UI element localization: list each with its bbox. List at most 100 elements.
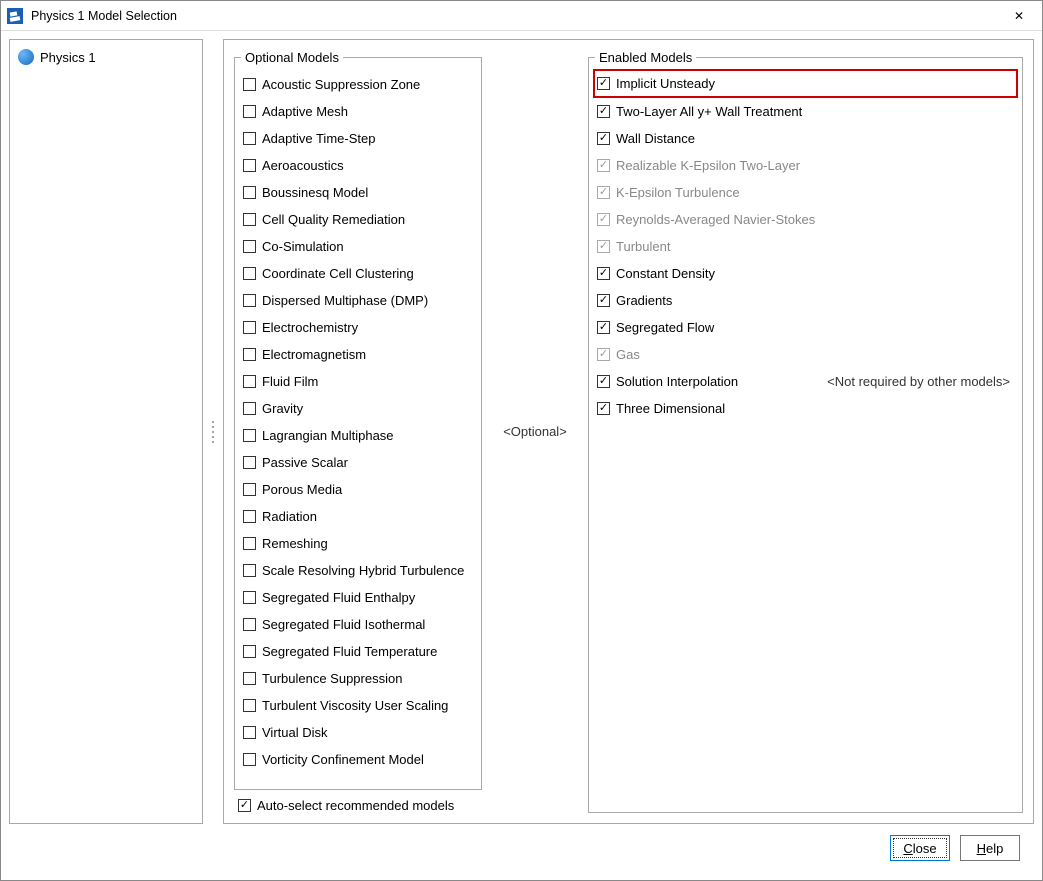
optional-model-row[interactable]: Electrochemistry <box>241 314 475 341</box>
optional-model-row[interactable]: Acoustic Suppression Zone <box>241 71 475 98</box>
checkbox[interactable] <box>243 618 256 631</box>
checkbox[interactable] <box>243 699 256 712</box>
optional-model-row[interactable]: Scale Resolving Hybrid Turbulence <box>241 557 475 584</box>
optional-model-row[interactable]: Vorticity Confinement Model <box>241 746 475 773</box>
optional-model-row[interactable]: Gravity <box>241 395 475 422</box>
checkbox[interactable] <box>597 321 610 334</box>
checkbox[interactable] <box>597 132 610 145</box>
checkbox[interactable] <box>243 348 256 361</box>
optional-model-row[interactable]: Virtual Disk <box>241 719 475 746</box>
model-label: Virtual Disk <box>262 725 328 740</box>
checkbox[interactable] <box>243 213 256 226</box>
optional-column: Optional Models Acoustic Suppression Zon… <box>234 50 482 813</box>
checkbox[interactable] <box>243 672 256 685</box>
checkbox[interactable] <box>243 105 256 118</box>
close-button[interactable]: Close <box>890 835 950 861</box>
optional-model-row[interactable]: Coordinate Cell Clustering <box>241 260 475 287</box>
close-icon: ✕ <box>1014 9 1024 23</box>
model-label: Two-Layer All y+ Wall Treatment <box>616 104 802 119</box>
optional-model-row[interactable]: Segregated Fluid Temperature <box>241 638 475 665</box>
model-label: Segregated Fluid Isothermal <box>262 617 425 632</box>
optional-model-row[interactable]: Adaptive Time-Step <box>241 125 475 152</box>
enabled-models-list: Implicit Unsteady Two-Layer All y+ Wall T… <box>595 69 1016 422</box>
optional-model-row[interactable]: Electromagnetism <box>241 341 475 368</box>
checkbox[interactable] <box>243 591 256 604</box>
model-note: <Not required by other models> <box>827 374 1016 389</box>
model-label: Remeshing <box>262 536 328 551</box>
enabled-model-row[interactable]: Implicit Unsteady <box>593 69 1018 98</box>
optional-model-row[interactable]: Radiation <box>241 503 475 530</box>
optional-model-row[interactable]: Lagrangian Multiphase <box>241 422 475 449</box>
enabled-model-row[interactable]: Two-Layer All y+ Wall Treatment <box>595 98 1016 125</box>
checkbox[interactable] <box>243 186 256 199</box>
enabled-model-row[interactable]: Segregated Flow <box>595 314 1016 341</box>
checkbox[interactable] <box>243 726 256 739</box>
enabled-model-row[interactable]: Constant Density <box>595 260 1016 287</box>
checkbox[interactable] <box>243 753 256 766</box>
model-label: Fluid Film <box>262 374 318 389</box>
optional-model-row[interactable]: Adaptive Mesh <box>241 98 475 125</box>
checkbox[interactable] <box>243 267 256 280</box>
checkbox[interactable] <box>243 537 256 550</box>
checkbox[interactable] <box>597 375 610 388</box>
tree-item-physics1[interactable]: Physics 1 <box>14 46 198 68</box>
model-label: Turbulent <box>616 239 670 254</box>
checkbox[interactable] <box>243 456 256 469</box>
optional-model-row[interactable]: Porous Media <box>241 476 475 503</box>
close-button-label: Close <box>903 841 936 856</box>
checkbox[interactable] <box>243 483 256 496</box>
enabled-model-row[interactable]: Solution Interpolation<Not required by o… <box>595 368 1016 395</box>
splitter-handle-icon <box>212 421 214 443</box>
checkbox[interactable] <box>243 159 256 172</box>
optional-model-row[interactable]: Aeroacoustics <box>241 152 475 179</box>
checkbox[interactable] <box>243 645 256 658</box>
enabled-models-group: Enabled Models Implicit Unsteady Two-Laye… <box>588 50 1023 813</box>
checkbox[interactable] <box>243 240 256 253</box>
checkbox[interactable] <box>243 321 256 334</box>
optional-model-row[interactable]: Turbulence Suppression <box>241 665 475 692</box>
checkbox[interactable] <box>243 132 256 145</box>
checkbox[interactable] <box>597 77 610 90</box>
enabled-model-row: K-Epsilon Turbulence <box>595 179 1016 206</box>
enabled-model-row[interactable]: Wall Distance <box>595 125 1016 152</box>
checkbox[interactable] <box>243 294 256 307</box>
auto-select-checkbox[interactable] <box>238 799 251 812</box>
window-title: Physics 1 Model Selection <box>31 9 996 23</box>
checkbox[interactable] <box>243 429 256 442</box>
enabled-model-row: Gas <box>595 341 1016 368</box>
optional-model-row[interactable]: Boussinesq Model <box>241 179 475 206</box>
optional-model-row[interactable]: Cell Quality Remediation <box>241 206 475 233</box>
checkbox <box>597 240 610 253</box>
enabled-model-row[interactable]: Gradients <box>595 287 1016 314</box>
physics-icon <box>18 49 34 65</box>
enabled-model-row[interactable]: Three Dimensional <box>595 395 1016 422</box>
checkbox[interactable] <box>597 267 610 280</box>
model-label: Vorticity Confinement Model <box>262 752 424 767</box>
help-button[interactable]: Help <box>960 835 1020 861</box>
model-label: Aeroacoustics <box>262 158 344 173</box>
checkbox[interactable] <box>243 78 256 91</box>
optional-model-row[interactable]: Remeshing <box>241 530 475 557</box>
enabled-models-legend: Enabled Models <box>595 50 696 65</box>
optional-model-row[interactable]: Fluid Film <box>241 368 475 395</box>
optional-model-row[interactable]: Segregated Fluid Enthalpy <box>241 584 475 611</box>
model-label: Gravity <box>262 401 303 416</box>
optional-models-legend: Optional Models <box>241 50 343 65</box>
optional-model-row[interactable]: Passive Scalar <box>241 449 475 476</box>
checkbox[interactable] <box>243 510 256 523</box>
checkbox[interactable] <box>597 294 610 307</box>
checkbox[interactable] <box>243 402 256 415</box>
tree-panel[interactable]: Physics 1 <box>9 39 203 824</box>
model-label: Constant Density <box>616 266 715 281</box>
window-close-button[interactable]: ✕ <box>996 1 1042 31</box>
checkbox[interactable] <box>597 105 610 118</box>
checkbox[interactable] <box>597 402 610 415</box>
checkbox[interactable] <box>243 564 256 577</box>
optional-model-row[interactable]: Co-Simulation <box>241 233 475 260</box>
optional-model-row[interactable]: Turbulent Viscosity User Scaling <box>241 692 475 719</box>
splitter[interactable] <box>209 39 217 824</box>
optional-model-row[interactable]: Segregated Fluid Isothermal <box>241 611 475 638</box>
optional-model-row[interactable]: Dispersed Multiphase (DMP) <box>241 287 475 314</box>
checkbox[interactable] <box>243 375 256 388</box>
model-label: K-Epsilon Turbulence <box>616 185 740 200</box>
